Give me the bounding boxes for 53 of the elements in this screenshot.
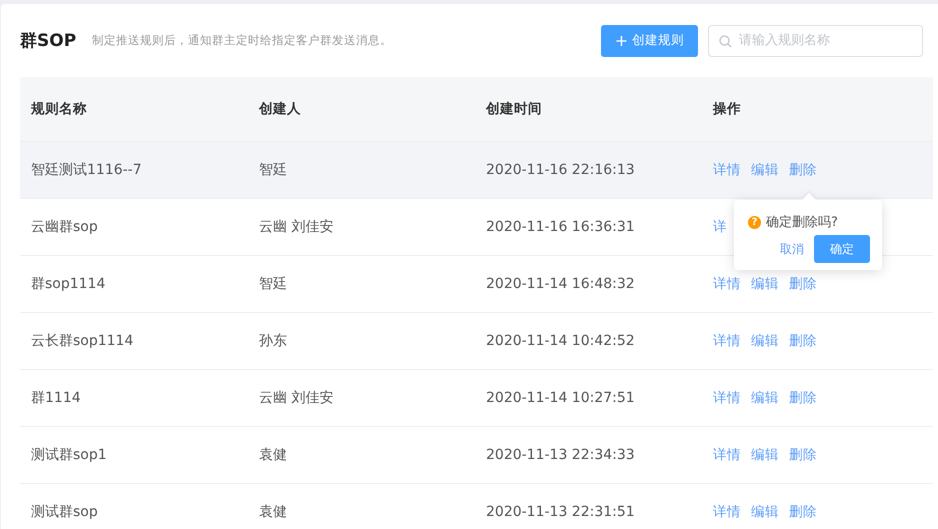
column-header: 创建时间	[484, 100, 543, 118]
table-cell-text: 智廷	[258, 275, 288, 293]
column-header: 操作	[712, 100, 742, 118]
action-link[interactable]: 编辑	[751, 503, 779, 521]
column-header: 规则名称	[30, 100, 88, 118]
table-cell-text: 2020-11-14 10:27:51	[485, 390, 636, 406]
table-cell-text: 云幽 刘佳安	[258, 389, 334, 407]
create-rule-button[interactable]: + 创建规则	[601, 24, 698, 56]
table-cell-text: 2020-11-16 16:36:31	[485, 219, 636, 235]
page-title: 群SOP	[20, 30, 76, 52]
action-link[interactable]: 删除	[789, 389, 817, 407]
action-link[interactable]: 编辑	[751, 332, 779, 350]
action-link[interactable]: 编辑	[751, 446, 779, 464]
action-link[interactable]: 删除	[789, 503, 817, 521]
warning-icon: ?	[748, 216, 761, 228]
table-cell-text: 袁健	[258, 446, 288, 464]
table-cell-text: 云幽群sop	[30, 218, 99, 236]
action-link[interactable]: 详情	[713, 503, 741, 521]
action-link[interactable]: 详情	[713, 161, 741, 179]
confirm-message: 确定删除吗?	[766, 214, 838, 231]
action-link[interactable]: 删除	[789, 161, 817, 179]
table-cell-text: 测试群sop	[30, 503, 99, 521]
action-link[interactable]: 详情	[713, 275, 741, 293]
table-cell-text: 2020-11-13 22:34:33	[485, 447, 636, 463]
action-link[interactable]: 删除	[789, 275, 817, 293]
table-cell-text: 2020-11-13 22:31:51	[485, 504, 636, 520]
column-header: 创建人	[258, 100, 302, 118]
table-cell-text: 云长群sop1114	[30, 332, 134, 350]
table-cell-text: 智廷测试1116--7	[30, 161, 143, 179]
table-cell-text: 2020-11-14 16:48:32	[485, 276, 636, 292]
action-link[interactable]: 详情	[713, 389, 741, 407]
action-link[interactable]: 编辑	[751, 389, 779, 407]
confirm-button[interactable]: 确定	[814, 235, 870, 263]
table-cell-text: 2020-11-14 10:42:52	[485, 333, 636, 349]
action-link[interactable]: 详	[713, 218, 727, 236]
table-cell-text: 云幽 刘佳安	[258, 218, 334, 236]
table-cell-text: 2020-11-16 22:16:13	[485, 162, 636, 178]
table-cell-text: 测试群sop1	[30, 446, 108, 464]
action-link[interactable]: 详情	[713, 446, 741, 464]
action-link[interactable]: 编辑	[751, 275, 779, 293]
action-link[interactable]: 删除	[789, 332, 817, 350]
action-link[interactable]: 编辑	[751, 161, 779, 179]
table-cell-text: 孙东	[258, 332, 288, 350]
search-field[interactable]: 请输入规则名称	[708, 24, 923, 56]
table-cell-text: 袁健	[258, 503, 288, 521]
action-link[interactable]: 详情	[713, 332, 741, 350]
cancel-button[interactable]: 取消	[780, 240, 804, 258]
table-cell-text: 群sop1114	[30, 275, 106, 293]
page-description: 制定推送规则后，通知群主定时给指定客户群发送消息。	[92, 33, 392, 48]
table-cell-text: 群1114	[30, 389, 82, 407]
action-link[interactable]: 删除	[789, 446, 817, 464]
search-icon	[719, 34, 732, 48]
table-cell-text: 智廷	[258, 161, 288, 179]
